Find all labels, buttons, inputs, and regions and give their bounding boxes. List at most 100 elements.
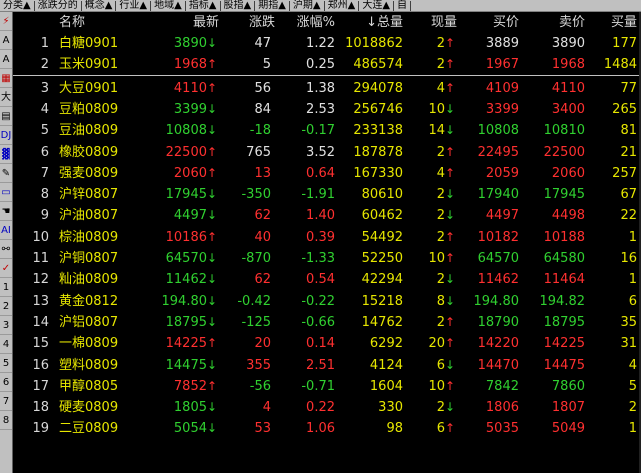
six-icon[interactable]: 6 xyxy=(0,373,12,392)
grid-icon[interactable]: ▦ xyxy=(0,69,12,88)
bid-volume: 77 xyxy=(620,80,637,96)
col-header-change-pct[interactable]: 涨幅% xyxy=(275,12,335,33)
table-row[interactable]: 7 强麦0809 2060 ↑ 13 0.64 167330 4 ↑ 2059 2060 257 xyxy=(13,163,641,184)
col-header-ask[interactable]: 卖价 xyxy=(523,12,585,33)
link-icon[interactable]: ⚯ xyxy=(0,240,12,259)
col-header-latest[interactable]: 最新 xyxy=(149,12,219,33)
font-increase-icon[interactable]: A xyxy=(0,31,12,50)
table-header: 名称 最新 涨跌 涨幅% ↓总量 现量 买价 卖价 买量 xyxy=(13,12,641,33)
table-row[interactable]: 15 一棉0809 14225 ↑ 20 0.14 6292 20 ↑ 14220 14225 31 xyxy=(13,333,641,354)
row-index: 18 xyxy=(32,400,49,416)
big-char-icon[interactable]: 大 xyxy=(0,88,12,107)
table-row[interactable]: 2 玉米0901 1968 ↑ 5 0.25 486574 2 ↑ 1967 1968 1484 xyxy=(13,54,641,75)
table-row[interactable]: 17 甲醇0805 7852 ↑ -56 -0.71 1604 10 ↑ 7842 7860 5 xyxy=(13,376,641,397)
current-volume: 2 xyxy=(436,36,445,51)
table-row[interactable]: 11 沪铜0807 64570 ↓ -870 -1.33 52250 10 ↑ 64570 6458… xyxy=(13,248,641,269)
arrow-up-icon: ↑ xyxy=(207,80,218,95)
line-chart-icon[interactable]: ▭ xyxy=(0,183,12,202)
arrow-up-icon: ↑ xyxy=(445,378,456,393)
category-tab-strip: 分类▲ 涨跌分的 概念▲ 行业▲ 地域▲ 指标▲ 股指▲ 期指▲ 沪期▲ 郑州▲ 大连▲ 自 xyxy=(0,0,641,12)
dj-icon[interactable]: DJ xyxy=(0,126,12,145)
table-row[interactable]: 8 沪锌0807 17945 ↓ -350 -1.91 80610 2 ↓ 17940 17945 6… xyxy=(13,184,641,205)
change-percent: 0.39 xyxy=(306,229,335,245)
tab-1[interactable]: 涨跌分的 xyxy=(35,0,82,11)
ai-icon[interactable]: AI xyxy=(0,221,12,240)
table-row[interactable]: 1 白糖0901 3890 ↓ 47 1.22 1018862 2 ↑ 3889 3890 177 xyxy=(13,33,641,54)
tab-9[interactable]: 郑州▲ xyxy=(325,0,360,11)
pen-icon[interactable]: ✎ xyxy=(0,164,12,183)
table-row[interactable]: 12 籼油0809 11462 ↓ 62 0.54 42294 2 ↓ 11462 11464 1 xyxy=(13,269,641,290)
price-change: 765 xyxy=(246,144,271,160)
table-row[interactable]: 5 豆油0809 10808 ↓ -18 -0.17 233138 14 ↓ 10808 10810… xyxy=(13,120,641,141)
table-row[interactable]: 13 黄金0812 194.80 ↓ -0.42 -0.22 15218 8 ↓ 194.80 19… xyxy=(13,291,641,312)
tab-3[interactable]: 行业▲ xyxy=(116,0,152,11)
tab-11[interactable]: 自 xyxy=(394,0,412,11)
font-decrease-icon[interactable]: A xyxy=(0,50,12,69)
current-volume: 2 xyxy=(436,57,445,73)
table-row[interactable]: 6 橡胶0809 22500 ↑ 765 3.52 187878 2 ↑ 22495 22500 21 xyxy=(13,142,641,163)
table-row[interactable]: 3 大豆0901 4110 ↑ 56 1.38 294078 4 ↑ 4109 4110 77 xyxy=(13,78,641,99)
tab-2[interactable]: 概念▲ xyxy=(82,0,117,11)
tab-8[interactable]: 沪期▲ xyxy=(290,0,325,11)
total-volume: 15218 xyxy=(361,293,403,309)
five-icon[interactable]: 5 xyxy=(0,354,12,373)
arrow-up-icon: ↑ xyxy=(445,57,456,72)
total-volume: 42294 xyxy=(361,272,403,288)
hand-icon[interactable]: ☚ xyxy=(0,202,12,221)
calendar-icon[interactable]: ▤ xyxy=(0,107,12,126)
col-header-name[interactable]: 名称 xyxy=(59,12,149,33)
bid-volume: 4 xyxy=(628,357,637,373)
table-row[interactable]: 16 塑料0809 14475 ↓ 355 2.51 4124 6 ↓ 14470 14475 4 xyxy=(13,355,641,376)
latest-price: 14475 xyxy=(165,357,207,373)
bid-volume: 257 xyxy=(612,165,637,181)
tab-0[interactable]: 分类▲ xyxy=(0,0,35,11)
latest-price: 4497 xyxy=(173,208,207,224)
price-change: 4 xyxy=(262,400,271,416)
bid-volume: 1 xyxy=(628,229,637,245)
table-row[interactable]: 18 硬麦0809 1805 ↓ 4 0.22 330 2 ↓ 1806 1807 2 xyxy=(13,397,641,418)
total-volume: 1604 xyxy=(369,378,403,394)
ask-price: 3890 xyxy=(551,36,585,51)
table-row[interactable]: 10 棕油0809 10186 ↑ 40 0.39 54492 2 ↑ 10182 10188 1 xyxy=(13,227,641,248)
change-percent: -1.33 xyxy=(301,251,335,266)
total-volume: 294078 xyxy=(353,80,403,96)
tab-10[interactable]: 大连▲ xyxy=(359,0,395,11)
bid-price: 194.80 xyxy=(473,293,520,309)
two-icon[interactable]: 2 xyxy=(0,297,12,316)
arrow-down-icon: ↓ xyxy=(445,293,456,308)
row-index: 14 xyxy=(32,314,49,330)
seven-icon[interactable]: 7 xyxy=(0,392,12,411)
three-icon[interactable]: 3 xyxy=(0,316,12,335)
chart-icon[interactable]: ▓ xyxy=(0,145,12,164)
bid-volume: 6 xyxy=(628,293,637,309)
latest-price: 10186 xyxy=(165,229,207,245)
table-row[interactable]: 19 二豆0809 5054 ↓ 53 1.06 98 6 ↑ 5035 5049 1 xyxy=(13,418,641,439)
four-icon[interactable]: 4 xyxy=(0,335,12,354)
eight-icon[interactable]: 8 xyxy=(0,411,12,430)
row-index: 9 xyxy=(40,208,49,224)
col-header-bid[interactable]: 买价 xyxy=(457,12,519,33)
col-header-current-volume[interactable]: 现量 xyxy=(393,12,457,33)
col-header-bid-volume[interactable]: 买量 xyxy=(587,12,637,33)
lightning-icon[interactable]: ⚡ xyxy=(0,12,12,31)
arrow-up-icon: ↑ xyxy=(207,165,218,180)
tab-4[interactable]: 地域▲ xyxy=(151,0,186,11)
ask-price: 14475 xyxy=(543,357,585,373)
table-row[interactable]: 14 沪铝0807 18795 ↓ -125 -0.66 14762 2 ↑ 18790 18795… xyxy=(13,312,641,333)
tab-6[interactable]: 股指▲ xyxy=(221,0,256,11)
table-row[interactable]: 4 豆粕0809 3399 ↓ 84 2.53 256746 10 ↓ 3399 3400 265 xyxy=(13,99,641,120)
check-icon[interactable]: ✓ xyxy=(0,259,12,278)
col-header-change[interactable]: 涨跌 xyxy=(221,12,275,33)
bid-price: 18790 xyxy=(477,314,519,330)
ask-price: 10188 xyxy=(543,229,585,245)
table-row[interactable]: 9 沪油0807 4497 ↓ 62 1.40 60462 2 ↓ 4497 4498 22 xyxy=(13,205,641,226)
bid-volume: 1 xyxy=(628,272,637,288)
one-icon[interactable]: 1 xyxy=(0,278,12,297)
current-volume: 6 xyxy=(436,357,445,373)
tab-7[interactable]: 期指▲ xyxy=(255,0,290,11)
change-percent: -1.91 xyxy=(301,187,335,203)
contract-name: 籼油0809 xyxy=(59,272,119,288)
arrow-up-icon: ↑ xyxy=(207,336,218,351)
tab-5[interactable]: 指标▲ xyxy=(186,0,221,11)
latest-price: 5054 xyxy=(173,421,207,437)
